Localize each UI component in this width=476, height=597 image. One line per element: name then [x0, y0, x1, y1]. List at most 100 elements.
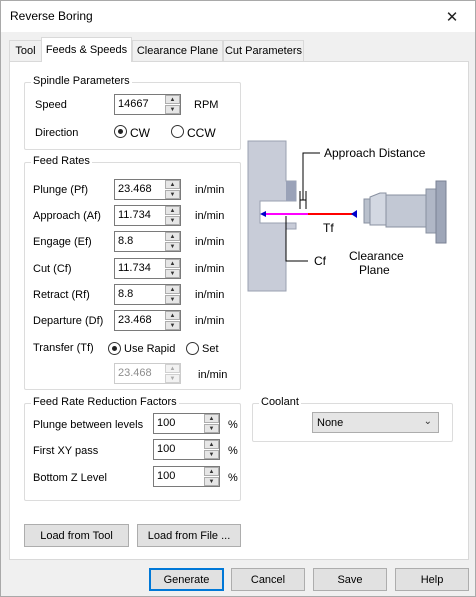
cw-label: CW [130, 126, 150, 140]
button-label: Generate [163, 573, 210, 586]
spin-down-icon[interactable]: ▼ [204, 450, 219, 459]
dialog-window: Reverse Boring ✕ Tool Feeds & Speeds Cle… [0, 0, 476, 597]
direction-label: Direction [35, 127, 79, 139]
first-xy-pass-label: First XY pass [33, 445, 99, 457]
spin-up-icon[interactable]: ▲ [204, 414, 219, 423]
spin-up-icon[interactable]: ▲ [165, 311, 180, 320]
cut-unit: in/min [195, 263, 225, 275]
button-label: Save [337, 573, 363, 586]
spin-up-icon[interactable]: ▲ [165, 285, 180, 294]
button-label: Load from File ... [147, 529, 231, 542]
retract-input[interactable]: 8.8 ▲ ▼ [114, 284, 181, 305]
spin-down-icon: ▼ [165, 374, 180, 383]
group-title: Coolant [259, 396, 301, 408]
tab-label: Feeds & Speeds [45, 44, 128, 56]
transfer-input: 23.468 ▲ ▼ [114, 363, 181, 384]
spin-down-icon[interactable]: ▼ [165, 269, 180, 278]
bottom-z-level-value: 100 [157, 470, 176, 482]
retract-unit: in/min [195, 289, 225, 301]
departure-unit: in/min [195, 315, 225, 327]
plunge-between-levels-value: 100 [157, 417, 176, 429]
departure-value: 23.468 [118, 314, 152, 326]
tf-text: Tf [323, 221, 334, 235]
departure-input[interactable]: 23.468 ▲ ▼ [114, 310, 181, 331]
tab-feeds-speeds[interactable]: Feeds & Speeds [41, 37, 132, 62]
spin-down-icon[interactable]: ▼ [165, 216, 180, 225]
ccw-radio[interactable] [171, 125, 184, 138]
spin-down-icon[interactable]: ▼ [165, 295, 180, 304]
load-from-tool-button[interactable]: Load from Tool [24, 524, 129, 547]
window-title: Reverse Boring [10, 9, 93, 23]
tab-label: Clearance Plane [136, 45, 219, 57]
spin-up-icon[interactable]: ▲ [204, 440, 219, 449]
set-radio[interactable] [186, 342, 199, 355]
plunge-between-levels-label: Plunge between levels [33, 419, 144, 431]
cancel-button[interactable]: Cancel [231, 568, 305, 591]
group-title: Spindle Parameters [31, 75, 132, 87]
engage-input[interactable]: 8.8 ▲ ▼ [114, 231, 181, 252]
spin-down-icon[interactable]: ▼ [204, 477, 219, 486]
left-arrow-icon [260, 211, 266, 217]
load-from-file-button[interactable]: Load from File ... [137, 524, 241, 547]
use-rapid-label: Use Rapid [124, 343, 176, 355]
percent-unit: % [228, 445, 238, 457]
spin-up-icon: ▲ [165, 364, 180, 373]
first-xy-pass-value: 100 [157, 443, 176, 455]
close-button[interactable]: ✕ [429, 1, 475, 32]
spin-up-icon[interactable]: ▲ [165, 232, 180, 241]
engage-value: 8.8 [118, 235, 134, 247]
tab-label: Tool [15, 45, 36, 57]
tab-cut-parameters[interactable]: Cut Parameters [223, 40, 304, 61]
spin-up-icon[interactable]: ▲ [165, 206, 180, 215]
button-label: Load from Tool [40, 529, 113, 542]
cf-text: Cf [314, 254, 327, 268]
reverse-boring-illustration: Approach Distance Tf Cf Clearance Plane [246, 131, 461, 301]
transfer-label: Transfer (Tf) [33, 342, 94, 354]
cut-label: Cut (Cf) [33, 263, 72, 275]
use-rapid-radio[interactable] [108, 342, 121, 355]
percent-unit: % [228, 472, 238, 484]
approach-unit: in/min [195, 210, 225, 222]
spin-down-icon[interactable]: ▼ [165, 105, 180, 114]
plunge-unit: in/min [195, 184, 225, 196]
generate-button[interactable]: Generate [149, 568, 224, 591]
engage-label: Engage (Ef) [33, 236, 92, 248]
tab-clearance-plane[interactable]: Clearance Plane [132, 40, 223, 61]
button-label: Cancel [250, 573, 286, 586]
coolant-value: None [317, 417, 344, 429]
diagram-svg: Approach Distance Tf Cf Clearance Plane [247, 140, 447, 292]
percent-unit: % [228, 419, 238, 431]
spin-down-icon[interactable]: ▼ [204, 424, 219, 433]
departure-label: Departure (Df) [33, 315, 104, 327]
tab-tool[interactable]: Tool [9, 40, 42, 61]
spin-up-icon[interactable]: ▲ [165, 180, 180, 189]
spin-up-icon[interactable]: ▲ [165, 259, 180, 268]
retract-label: Retract (Rf) [33, 289, 90, 301]
speed-input[interactable]: 14667 ▲ ▼ [114, 94, 181, 115]
approach-input[interactable]: 11.734 ▲ ▼ [114, 205, 181, 226]
spin-down-icon[interactable]: ▼ [165, 190, 180, 199]
chevron-down-icon: ⌄ [423, 416, 432, 427]
cw-radio[interactable] [114, 125, 127, 138]
spin-down-icon[interactable]: ▼ [165, 321, 180, 330]
save-button[interactable]: Save [313, 568, 387, 591]
tool-flange [425, 188, 437, 234]
help-button[interactable]: Help [395, 568, 469, 591]
spin-down-icon[interactable]: ▼ [165, 242, 180, 251]
spin-up-icon[interactable]: ▲ [165, 95, 180, 104]
workpiece-shape [247, 140, 297, 292]
plunge-label: Plunge (Pf) [33, 184, 89, 196]
plunge-input[interactable]: 23.468 ▲ ▼ [114, 179, 181, 200]
cut-input[interactable]: 11.734 ▲ ▼ [114, 258, 181, 279]
approach-value: 11.734 [118, 209, 151, 221]
spin-up-icon[interactable]: ▲ [204, 467, 219, 476]
first-xy-pass-input[interactable]: 100 ▲ ▼ [153, 439, 220, 460]
coolant-dropdown[interactable]: None ⌄ [312, 412, 439, 433]
plane-text: Plane [359, 263, 390, 277]
bottom-z-level-input[interactable]: 100 ▲ ▼ [153, 466, 220, 487]
transfer-unit: in/min [198, 369, 228, 381]
clearance-text: Clearance [349, 249, 404, 263]
plunge-between-levels-input[interactable]: 100 ▲ ▼ [153, 413, 220, 434]
tab-label: Cut Parameters [224, 45, 303, 57]
retract-value: 8.8 [118, 288, 134, 300]
